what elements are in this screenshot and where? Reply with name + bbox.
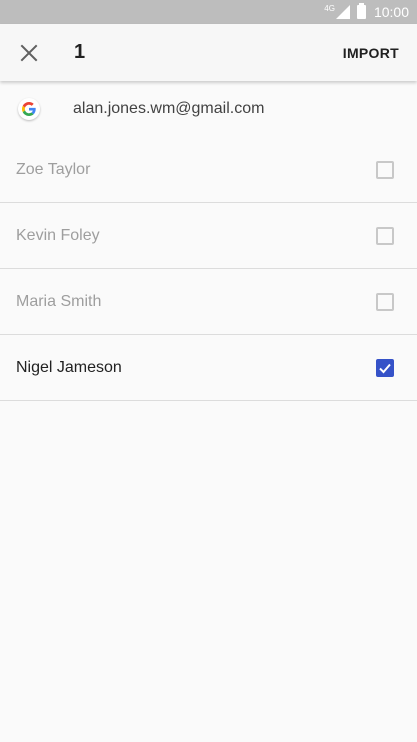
contact-name: Maria Smith: [16, 292, 102, 310]
contact-row-nigel-jameson[interactable]: Nigel Jameson: [0, 335, 417, 401]
checkmark-icon: [379, 363, 391, 373]
contact-row-kevin-foley[interactable]: Kevin Foley: [0, 203, 417, 269]
network-type: 4G: [324, 3, 335, 13]
contact-checkbox[interactable]: [376, 160, 394, 179]
contact-name: Kevin Foley: [16, 226, 100, 244]
contact-name: Nigel Jameson: [16, 358, 122, 376]
selected-count: 1: [74, 41, 86, 63]
close-button[interactable]: [0, 24, 56, 81]
account-email: alan.jones.wm@gmail.com: [73, 100, 265, 117]
contact-checkbox[interactable]: [376, 226, 394, 245]
status-bar: 4G 10:00: [0, 0, 417, 24]
contact-list: Zoe Taylor Kevin Foley Maria Smith Nigel…: [0, 137, 417, 401]
google-icon: [18, 98, 40, 120]
signal-icon: [335, 5, 350, 19]
contact-checkbox[interactable]: [376, 292, 394, 311]
contact-row-zoe-taylor[interactable]: Zoe Taylor: [0, 137, 417, 203]
contact-checkbox[interactable]: [376, 358, 394, 377]
contact-row-maria-smith[interactable]: Maria Smith: [0, 269, 417, 335]
close-icon: [20, 44, 38, 61]
battery-icon: [356, 3, 366, 19]
contact-name: Zoe Taylor: [16, 160, 91, 178]
import-button[interactable]: IMPORT: [343, 45, 399, 61]
app-bar: 1 IMPORT: [0, 24, 417, 81]
status-time: 10:00: [373, 4, 409, 20]
account-row: alan.jones.wm@gmail.com: [0, 81, 417, 137]
